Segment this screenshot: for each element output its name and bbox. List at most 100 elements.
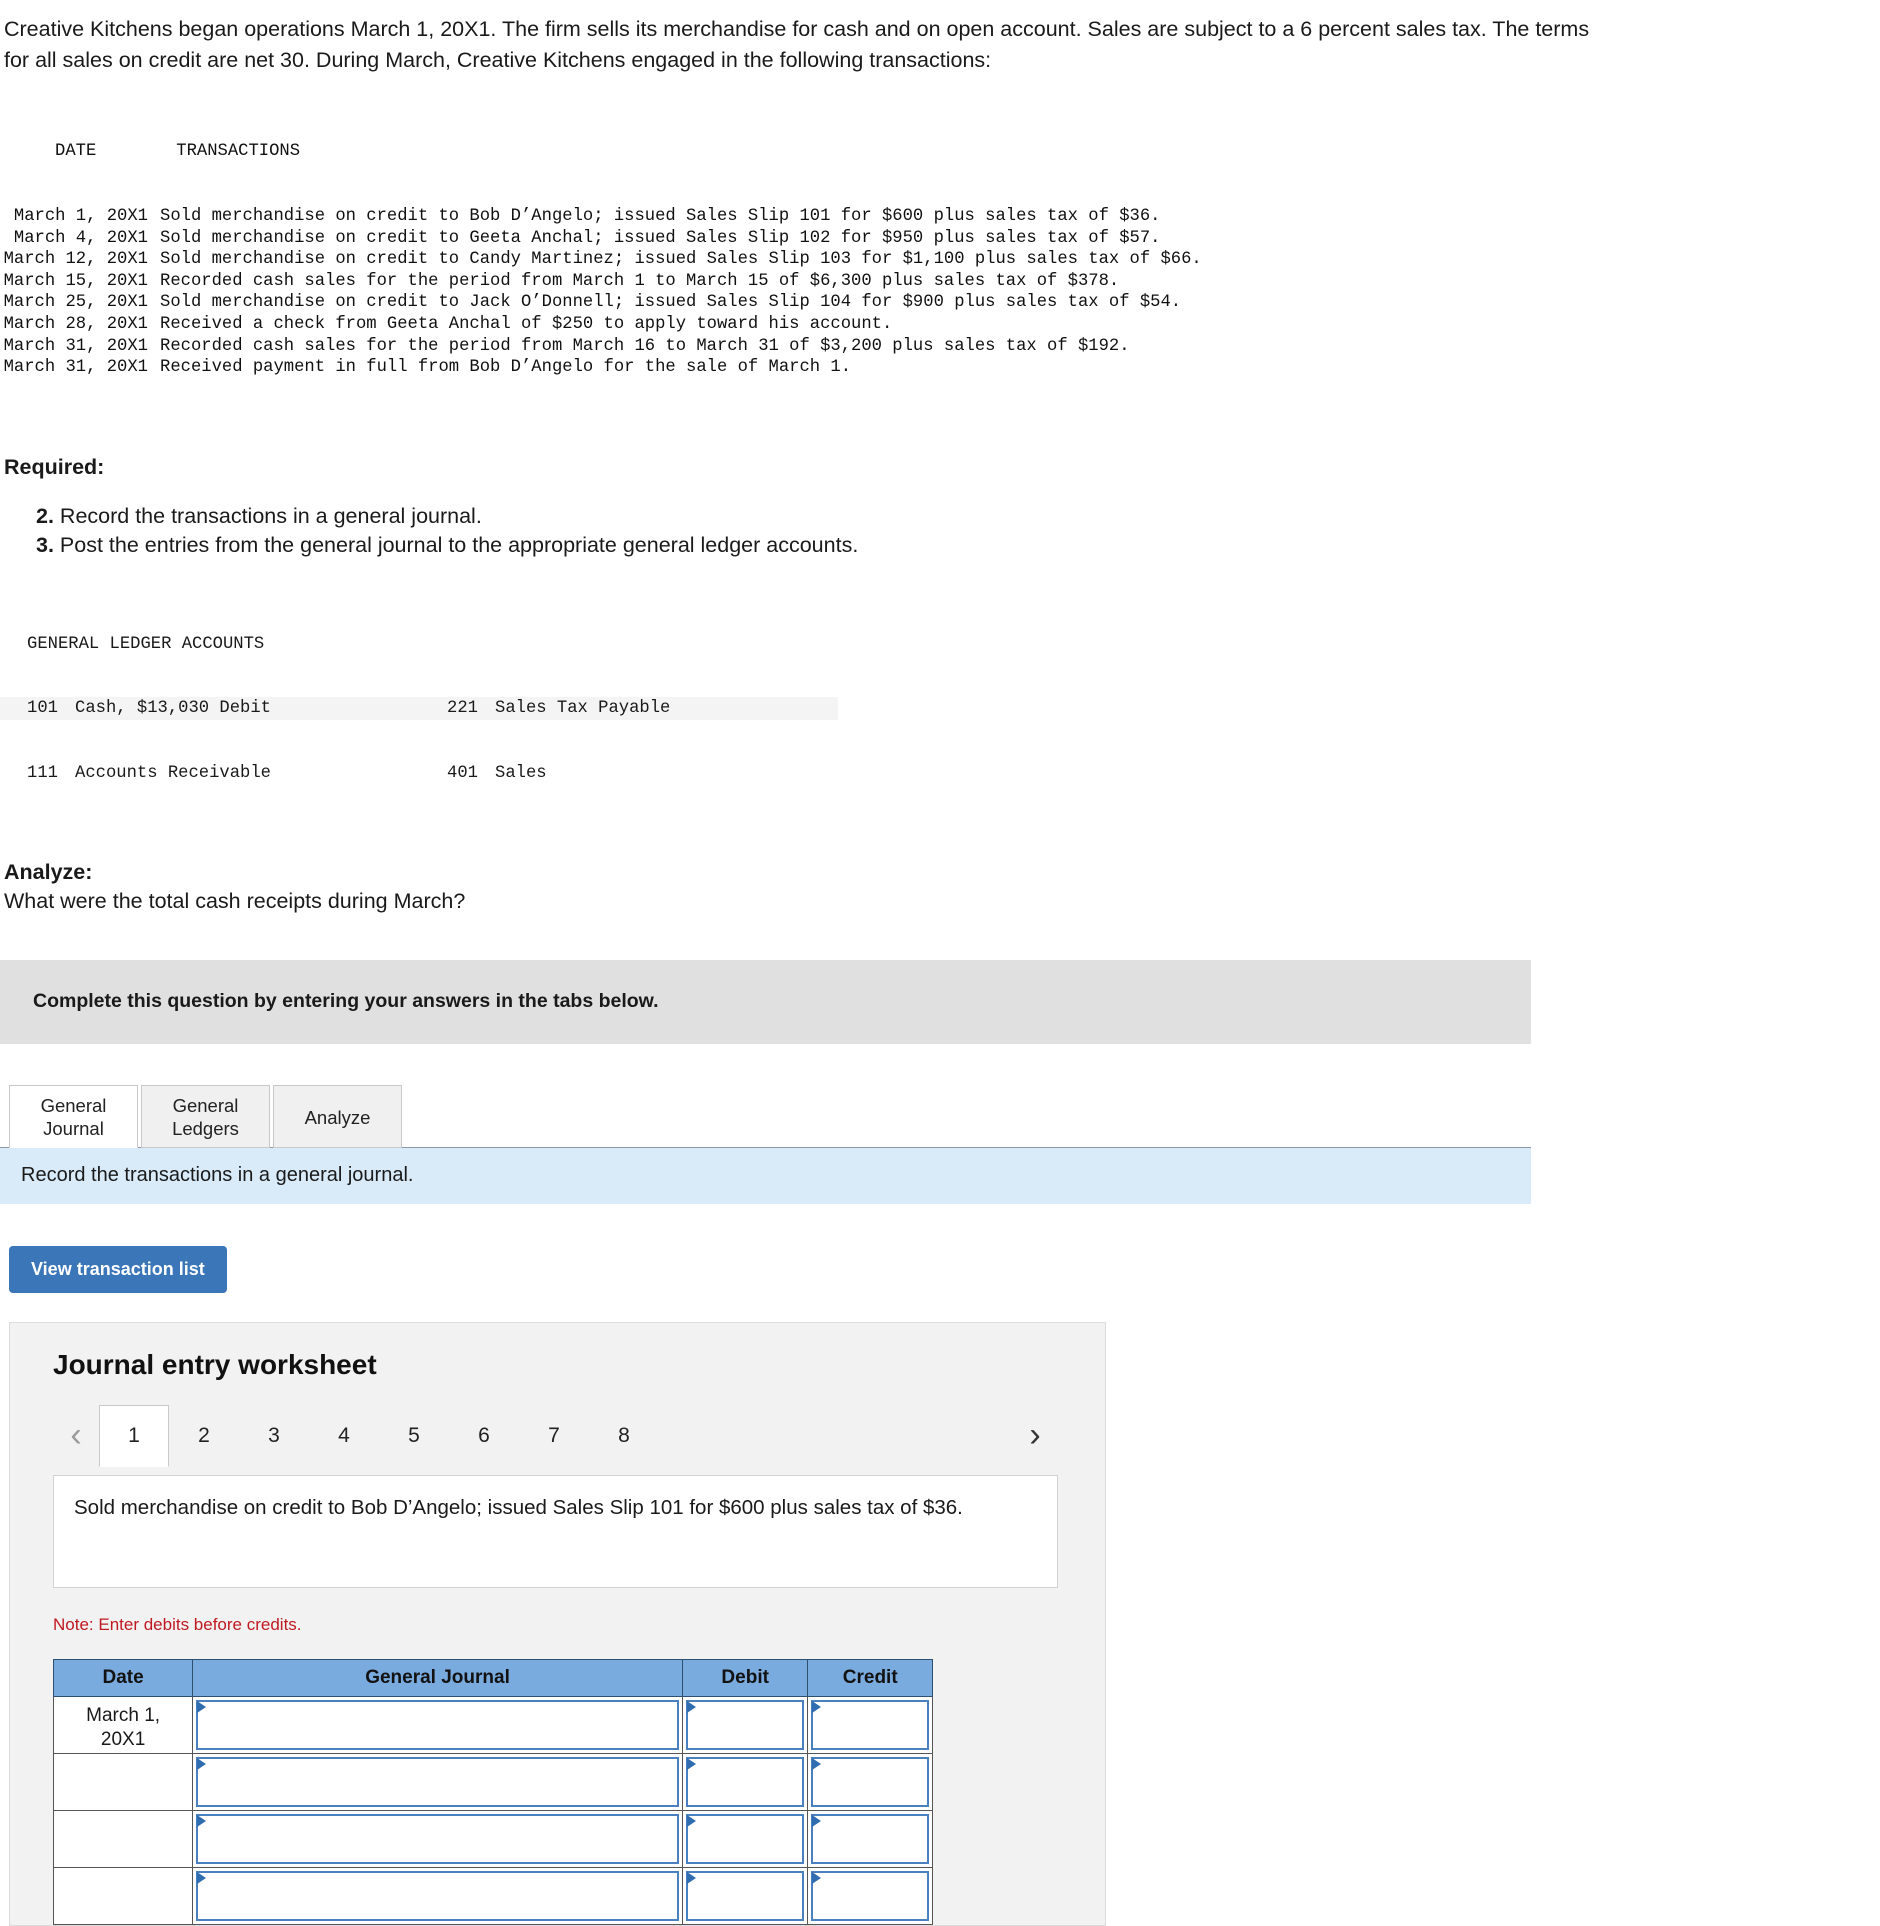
journal-cell-general-journal[interactable] (192, 1809, 683, 1868)
transaction-row: March 4, 20X1 Sold merchandise on credit … (0, 228, 1880, 250)
journal-input-general-journal[interactable] (196, 1813, 679, 1864)
journal-cell-debit[interactable] (681, 1695, 809, 1754)
tab-general-ledgers[interactable]: General Ledgers (141, 1084, 270, 1148)
ledger-account-left: 111 Accounts Receivable (27, 763, 447, 784)
ledger-account-row: 101 Cash, $13,030 Debit 221 Sales Tax Paya… (0, 696, 838, 720)
transaction-row: March 28, 20X1 Received a check from Geet… (0, 314, 1880, 336)
journal-table-body: March 1, 20X1 (52, 1695, 933, 1925)
journal-cell-credit[interactable] (807, 1695, 933, 1754)
tab-general-journal-line1: General (40, 1095, 107, 1117)
worksheet-description: Sold merchandise on credit to Bob D’Ange… (53, 1474, 1058, 1588)
transaction-description: Sold merchandise on credit to Bob D’Ange… (160, 206, 1161, 226)
journal-cell-date (52, 1752, 194, 1811)
worksheet-pager: ‹ 12345678 › (53, 1404, 1058, 1467)
journal-table-row (52, 1809, 933, 1868)
transaction-row: March 1, 20X1 Sold merchandise on credit … (0, 206, 1880, 228)
journal-cell-credit[interactable] (807, 1809, 933, 1868)
ledger-account-number: 101 (27, 698, 58, 718)
required-item-text: Record the transactions in a general jou… (59, 503, 482, 528)
worksheet-page-3[interactable]: 3 (239, 1405, 309, 1467)
chevron-right-icon[interactable]: › (1012, 1405, 1058, 1467)
journal-input-credit[interactable] (811, 1870, 929, 1921)
transactions-list: DATE TRANSACTIONS March 1, 20X1 Sold merch… (0, 98, 1880, 422)
intro-paragraph: Creative Kitchens began operations March… (4, 17, 1590, 72)
required-item-number: 3. (36, 532, 54, 557)
journal-header-credit: Credit (807, 1658, 933, 1697)
journal-input-general-journal[interactable] (196, 1756, 679, 1807)
journal-input-debit[interactable] (685, 1756, 805, 1807)
journal-header-general-journal: General Journal (192, 1658, 683, 1697)
ledger-account-number: 221 (447, 698, 478, 718)
journal-table-row (52, 1752, 933, 1811)
worksheet-page-4[interactable]: 4 (309, 1405, 379, 1467)
transaction-description: Recorded cash sales for the period from … (160, 271, 1120, 291)
debits-before-credits-note: Note: Enter debits before credits. (53, 1614, 302, 1634)
journal-cell-general-journal[interactable] (192, 1695, 683, 1754)
journal-header-debit: Debit (681, 1658, 809, 1697)
transactions-header: DATE TRANSACTIONS (0, 141, 1880, 163)
instruction-bar-text: Record the transactions in a general jou… (21, 1164, 414, 1187)
general-ledger-accounts: GENERAL LEDGER ACCOUNTS 101 Cash, $13,030… (0, 592, 838, 827)
journal-input-general-journal[interactable] (196, 1699, 679, 1750)
transaction-row: March 15, 20X1 Recorded cash sales for th… (0, 271, 1880, 293)
ledger-account-name: Accounts Receivable (75, 763, 271, 783)
ledger-account-number: 401 (447, 763, 478, 783)
transaction-row: March 25, 20X1 Sold merchandise on credit… (0, 292, 1880, 314)
journal-input-credit[interactable] (811, 1699, 929, 1750)
required-item: 3. Post the entries from the general jou… (36, 531, 1880, 560)
transaction-description: Sold merchandise on credit to Candy Mart… (160, 250, 1202, 270)
chevron-left-icon[interactable]: ‹ (53, 1405, 99, 1467)
ledger-account-name: Sales (495, 763, 547, 783)
journal-cell-debit[interactable] (681, 1809, 809, 1868)
worksheet-page-5[interactable]: 5 (379, 1405, 449, 1467)
journal-input-credit[interactable] (811, 1813, 929, 1864)
journal-input-debit[interactable] (685, 1870, 805, 1921)
tab-general-journal[interactable]: General Journal (9, 1084, 138, 1148)
question-page: Creative Kitchens began operations March… (0, 0, 1880, 1926)
tab-analyze[interactable]: Analyze (273, 1084, 402, 1148)
ledger-account-name: Cash, $13,030 Debit (75, 698, 271, 718)
journal-cell-credit[interactable] (807, 1752, 933, 1811)
worksheet-title: Journal entry worksheet (53, 1348, 377, 1380)
journal-cell-general-journal[interactable] (192, 1866, 683, 1925)
journal-cell-credit[interactable] (807, 1866, 933, 1925)
transaction-date: March 31, 20X1 (3, 358, 148, 378)
transaction-date: March 28, 20X1 (3, 314, 148, 334)
journal-cell-date (52, 1866, 194, 1925)
transaction-description: Received payment in full from Bob D’Ange… (160, 358, 852, 378)
worksheet-page-numbers: 12345678 (99, 1404, 659, 1467)
transactions-rows: March 1, 20X1 Sold merchandise on credit … (0, 206, 1880, 379)
view-transaction-list-button[interactable]: View transaction list (9, 1245, 227, 1293)
worksheet-page-8[interactable]: 8 (589, 1405, 659, 1467)
journal-table-row (52, 1866, 933, 1925)
required-item-text: Post the entries from the general journa… (59, 532, 859, 557)
worksheet-page-1[interactable]: 1 (99, 1404, 169, 1467)
ledger-account-right: 221 Sales Tax Payable (447, 698, 670, 719)
journal-input-credit[interactable] (811, 1756, 929, 1807)
journal-cell-general-journal[interactable] (192, 1752, 683, 1811)
worksheet-page-6[interactable]: 6 (449, 1405, 519, 1467)
transaction-date: March 1, 20X1 (13, 206, 148, 226)
view-transaction-button-wrap: View transaction list (0, 1245, 1880, 1293)
transaction-date: March 4, 20X1 (13, 228, 148, 248)
journal-cell-debit[interactable] (681, 1752, 809, 1811)
tab-general-ledgers-line1: General (172, 1095, 239, 1117)
transaction-date: March 31, 20X1 (3, 336, 148, 356)
transaction-description: Recorded cash sales for the period from … (160, 336, 1130, 356)
instruction-bar: Record the transactions in a general jou… (0, 1146, 1531, 1204)
journal-cell-debit[interactable] (681, 1866, 809, 1925)
journal-input-debit[interactable] (685, 1699, 805, 1750)
journal-input-general-journal[interactable] (196, 1870, 679, 1921)
worksheet-page-2[interactable]: 2 (169, 1405, 239, 1467)
transaction-date: March 15, 20X1 (3, 271, 148, 291)
general-ledger-accounts-title: GENERAL LEDGER ACCOUNTS (27, 634, 265, 654)
worksheet-page-7[interactable]: 7 (519, 1405, 589, 1467)
ledger-account-number: 111 (27, 763, 58, 783)
transaction-description: Received a check from Geeta Anchal of $2… (160, 314, 893, 334)
tab-general-journal-line2: Journal (43, 1118, 104, 1140)
transaction-row: March 31, 20X1 Received payment in full f… (0, 357, 1880, 379)
journal-input-debit[interactable] (685, 1813, 805, 1864)
tab-analyze-label: Analyze (304, 1106, 371, 1128)
journal-entry-table: Date General Journal Debit Credit March … (52, 1658, 933, 1925)
journal-header-date: Date (52, 1658, 194, 1697)
